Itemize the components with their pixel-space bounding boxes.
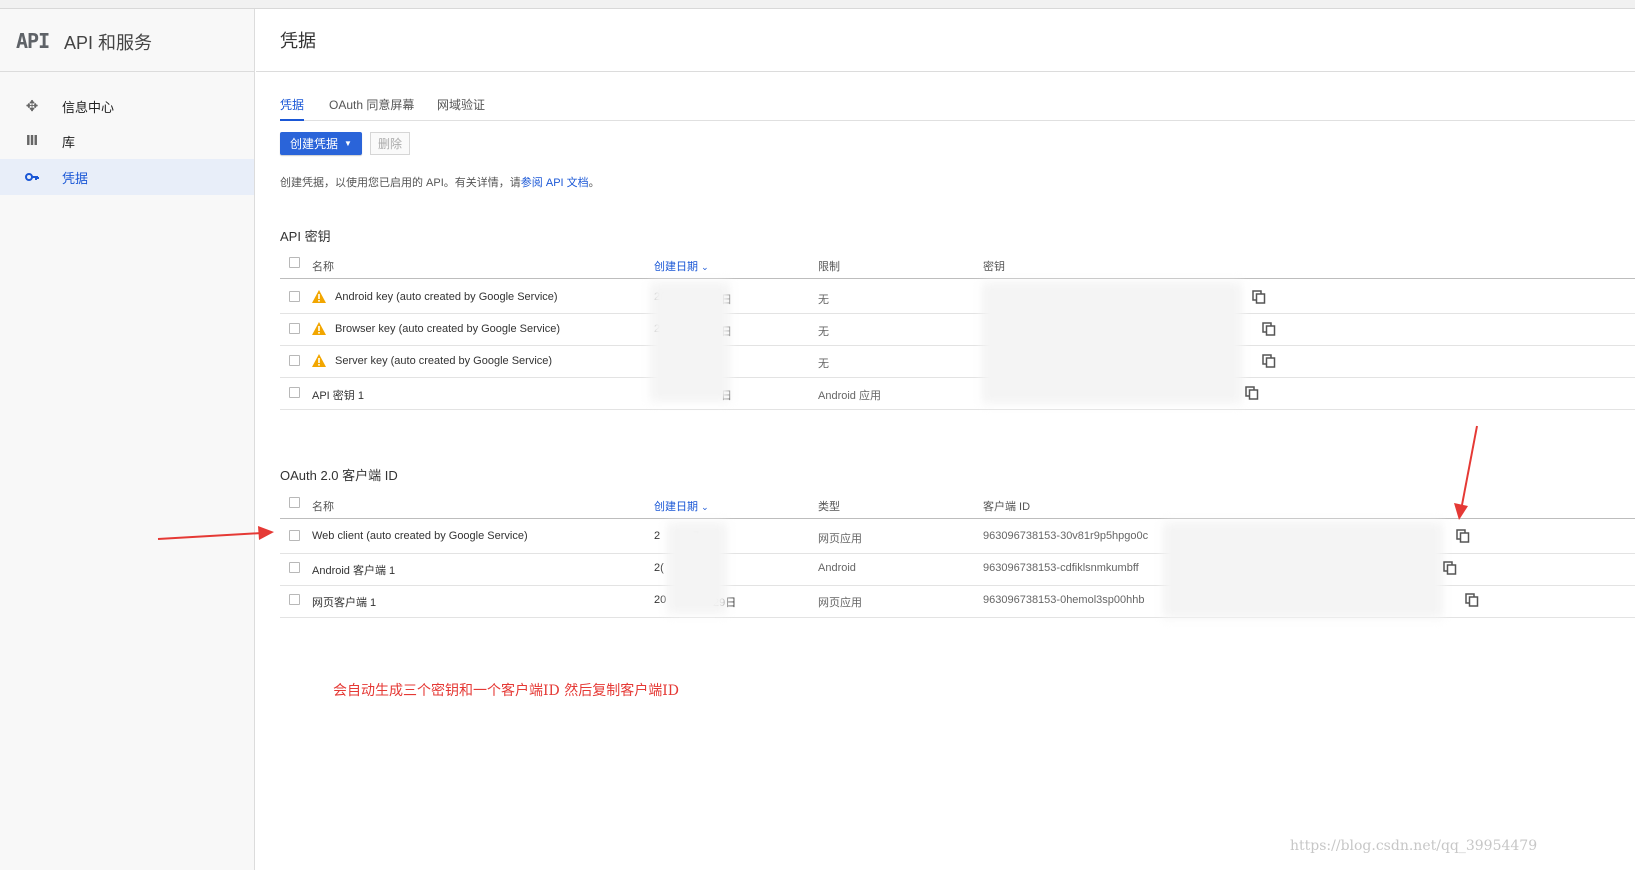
arrowhead-right (1454, 503, 1468, 520)
arrow-to-copy (1461, 425, 1478, 506)
arrowhead-left (258, 526, 274, 540)
annotation-arrows (157, 425, 1478, 540)
annotation-text: 会自动生成三个密钥和一个客户端ID 然后复制客户端ID (333, 683, 679, 699)
watermark: https://blog.csdn.net/qq_39954479 (1290, 838, 1538, 854)
arrow-to-web-client (157, 532, 263, 540)
